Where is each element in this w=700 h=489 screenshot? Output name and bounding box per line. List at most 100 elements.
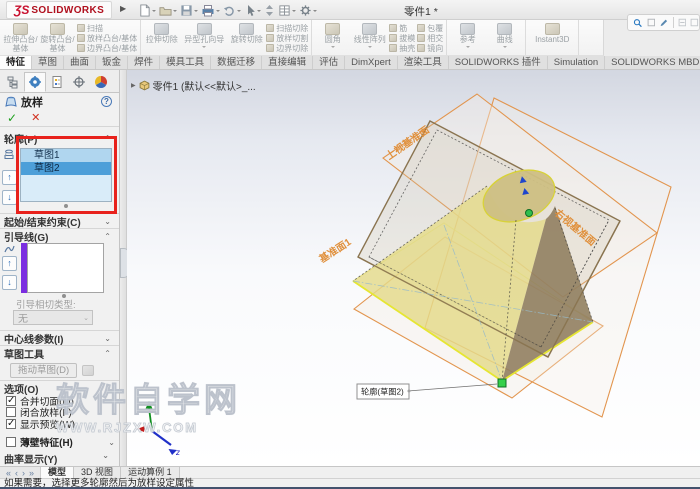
sweep-cut-button[interactable]: 扫描切除 xyxy=(266,23,308,33)
draft-button[interactable]: 拔模 xyxy=(389,33,415,43)
rib-button[interactable]: 筋 xyxy=(389,23,415,33)
start-end-constraints-header[interactable]: 起始/结束约束(C) ⌄ xyxy=(0,214,119,229)
move-profile-down-button[interactable]: ↓ xyxy=(2,190,17,205)
confirm-button[interactable]: ✓ xyxy=(7,112,17,124)
list-resize-handle[interactable] xyxy=(64,204,68,208)
open-document-icon[interactable] xyxy=(159,4,177,17)
linear-pattern-button[interactable]: 线性阵列 xyxy=(351,21,388,54)
tab-sheet-metal[interactable]: 钣金 xyxy=(96,56,129,69)
rebuild-icon[interactable] xyxy=(264,4,275,17)
profile-list-item[interactable]: 草图1 xyxy=(21,149,111,162)
profiles-section-header[interactable]: 轮廓(P) ⌃ xyxy=(0,131,119,146)
thin-feature-checkbox[interactable]: 薄壁特征(H) ⌄ xyxy=(0,436,119,449)
guide-curves-list[interactable] xyxy=(27,243,104,293)
instant3d-button[interactable]: Instant3D xyxy=(528,21,576,54)
file-properties-icon[interactable] xyxy=(278,4,296,17)
tab-solidworks-addins[interactable]: SOLIDWORKS 插件 xyxy=(449,56,548,69)
model-tab[interactable]: 模型 xyxy=(41,467,75,478)
zoom-box-icon[interactable] xyxy=(647,17,656,28)
search-icon[interactable] xyxy=(633,17,643,29)
new-document-icon[interactable] xyxy=(138,3,156,17)
prev-tab-icon[interactable]: ‹ xyxy=(15,468,18,478)
display-manager-tab[interactable] xyxy=(90,72,112,92)
drag-sketch-button[interactable]: 拖动草图(D) xyxy=(10,362,78,378)
connector-point-bottom[interactable] xyxy=(497,378,507,388)
sweep-button[interactable]: 扫描 xyxy=(77,23,137,33)
options-gear-icon[interactable] xyxy=(299,4,317,17)
help-icon[interactable]: ? xyxy=(101,96,112,107)
flyout-feature-tree[interactable]: ▶ 零件1 (默认<<默认>_... xyxy=(131,78,256,93)
tab-simulation[interactable]: Simulation xyxy=(548,56,606,69)
tab-direct-editing[interactable]: 直接编辑 xyxy=(262,56,314,69)
tab-surfaces[interactable]: 曲面 xyxy=(64,56,97,69)
menu-flyout-arrow-icon[interactable]: ▶ xyxy=(120,4,126,13)
panel-splitter[interactable] xyxy=(120,70,129,466)
tab-mold-tools[interactable]: 模具工具 xyxy=(160,56,212,69)
collapse-chevron-icon[interactable]: ⌃ xyxy=(104,134,111,143)
boundary-boss-button[interactable]: 边界凸台/基体 xyxy=(77,43,137,53)
dropdown-caret-icon[interactable] xyxy=(152,10,156,14)
revolve-cut-button[interactable]: 旋转切除 xyxy=(228,21,265,54)
configuration-manager-tab[interactable] xyxy=(46,72,68,92)
print-icon[interactable] xyxy=(201,4,220,17)
tab-features[interactable]: 特征 xyxy=(0,56,33,69)
expand-chevron-icon[interactable]: ⌄ xyxy=(104,217,111,226)
move-profile-up-button[interactable]: ↑ xyxy=(2,170,17,185)
save-icon[interactable] xyxy=(180,4,198,17)
sketch-tools-header[interactable]: 草图工具 ⌃ xyxy=(0,346,119,361)
feature-manager-tab[interactable] xyxy=(2,72,24,92)
wrap-button[interactable]: 包覆 xyxy=(417,23,443,33)
tab-data-migration[interactable]: 数据迁移 xyxy=(211,56,263,69)
3d-views-tab[interactable]: 3D 视图 xyxy=(74,467,122,478)
extrude-boss-button[interactable]: 拉伸凸台/基体 xyxy=(2,21,39,54)
tab-weldments[interactable]: 焊件 xyxy=(128,56,161,69)
expand-chevron-icon[interactable]: ⌄ xyxy=(108,438,115,447)
help-tool-icon[interactable] xyxy=(678,17,687,28)
dropdown-caret-icon[interactable] xyxy=(173,10,177,14)
hole-wizard-button[interactable]: 异型孔向导 xyxy=(180,21,228,54)
collapse-chevron-icon[interactable]: ⌃ xyxy=(104,349,111,358)
undo-sketch-drag-icon[interactable] xyxy=(82,364,95,376)
tab-solidworks-mbd[interactable]: SOLIDWORKS MBD xyxy=(605,56,700,69)
last-tab-icon[interactable]: » xyxy=(29,468,34,478)
expand-chevron-icon[interactable]: ⌄ xyxy=(104,334,111,343)
dropdown-caret-icon[interactable] xyxy=(216,10,220,14)
edit-pencil-icon[interactable] xyxy=(659,17,669,29)
intersect-button[interactable]: 相交 xyxy=(417,33,443,43)
motion-study-tab[interactable]: 运动算例 1 xyxy=(121,467,180,478)
dropdown-caret-icon[interactable] xyxy=(292,10,296,14)
move-guide-down-button[interactable]: ↓ xyxy=(2,275,17,290)
guide-tangency-dropdown[interactable]: 无 ⌄ xyxy=(13,310,93,325)
tab-sketch[interactable]: 草图 xyxy=(32,56,65,69)
show-preview-checkbox[interactable]: 显示预览(W) xyxy=(0,418,119,431)
guide-curves-header[interactable]: 引导线(G) ⌃ xyxy=(0,229,119,244)
move-guide-up-button[interactable]: ↑ xyxy=(2,256,17,271)
mirror-button[interactable]: 镜向 xyxy=(417,43,443,53)
callout-grip[interactable] xyxy=(407,389,411,393)
undo-icon[interactable] xyxy=(223,4,241,17)
dimxpert-manager-tab[interactable] xyxy=(68,72,90,92)
next-tab-icon[interactable]: › xyxy=(22,468,25,478)
panel-scroll-down-icon[interactable]: ⌄ xyxy=(102,451,109,467)
dropdown-caret-icon[interactable] xyxy=(313,10,317,14)
revolve-boss-button[interactable]: 旋转凸台/基体 xyxy=(39,21,76,54)
cancel-button[interactable]: ✕ xyxy=(31,112,40,124)
dropdown-caret-icon[interactable] xyxy=(194,10,198,14)
loft-button[interactable]: 放样凸台/基体 xyxy=(77,33,137,43)
boundary-cut-button[interactable]: 边界切除 xyxy=(266,43,308,53)
list-resize-handle[interactable] xyxy=(62,294,66,298)
connector-point-top[interactable] xyxy=(525,209,533,217)
collapse-chevron-icon[interactable]: ⌃ xyxy=(104,384,111,393)
shell-button[interactable]: 抽壳 xyxy=(389,43,415,53)
select-pointer-icon[interactable] xyxy=(244,4,261,17)
extrude-cut-button[interactable]: 拉伸切除 xyxy=(143,21,180,54)
centerline-header[interactable]: 中心线参数(I) ⌄ xyxy=(0,331,119,346)
profile-list-item-selected[interactable]: 草图2 xyxy=(21,162,111,175)
reference-geometry-button[interactable]: 参考 xyxy=(449,21,486,54)
dropdown-caret-icon[interactable] xyxy=(257,10,261,14)
tab-render-tools[interactable]: 渲染工具 xyxy=(398,56,449,69)
profiles-list[interactable]: 草图1 草图2 xyxy=(20,148,112,202)
curves-button[interactable]: 曲线 xyxy=(486,21,523,54)
curvature-display-header-partial[interactable]: 曲率显示(Y) ⌄ xyxy=(0,449,119,467)
collapse-chevron-icon[interactable]: ⌃ xyxy=(104,232,111,241)
